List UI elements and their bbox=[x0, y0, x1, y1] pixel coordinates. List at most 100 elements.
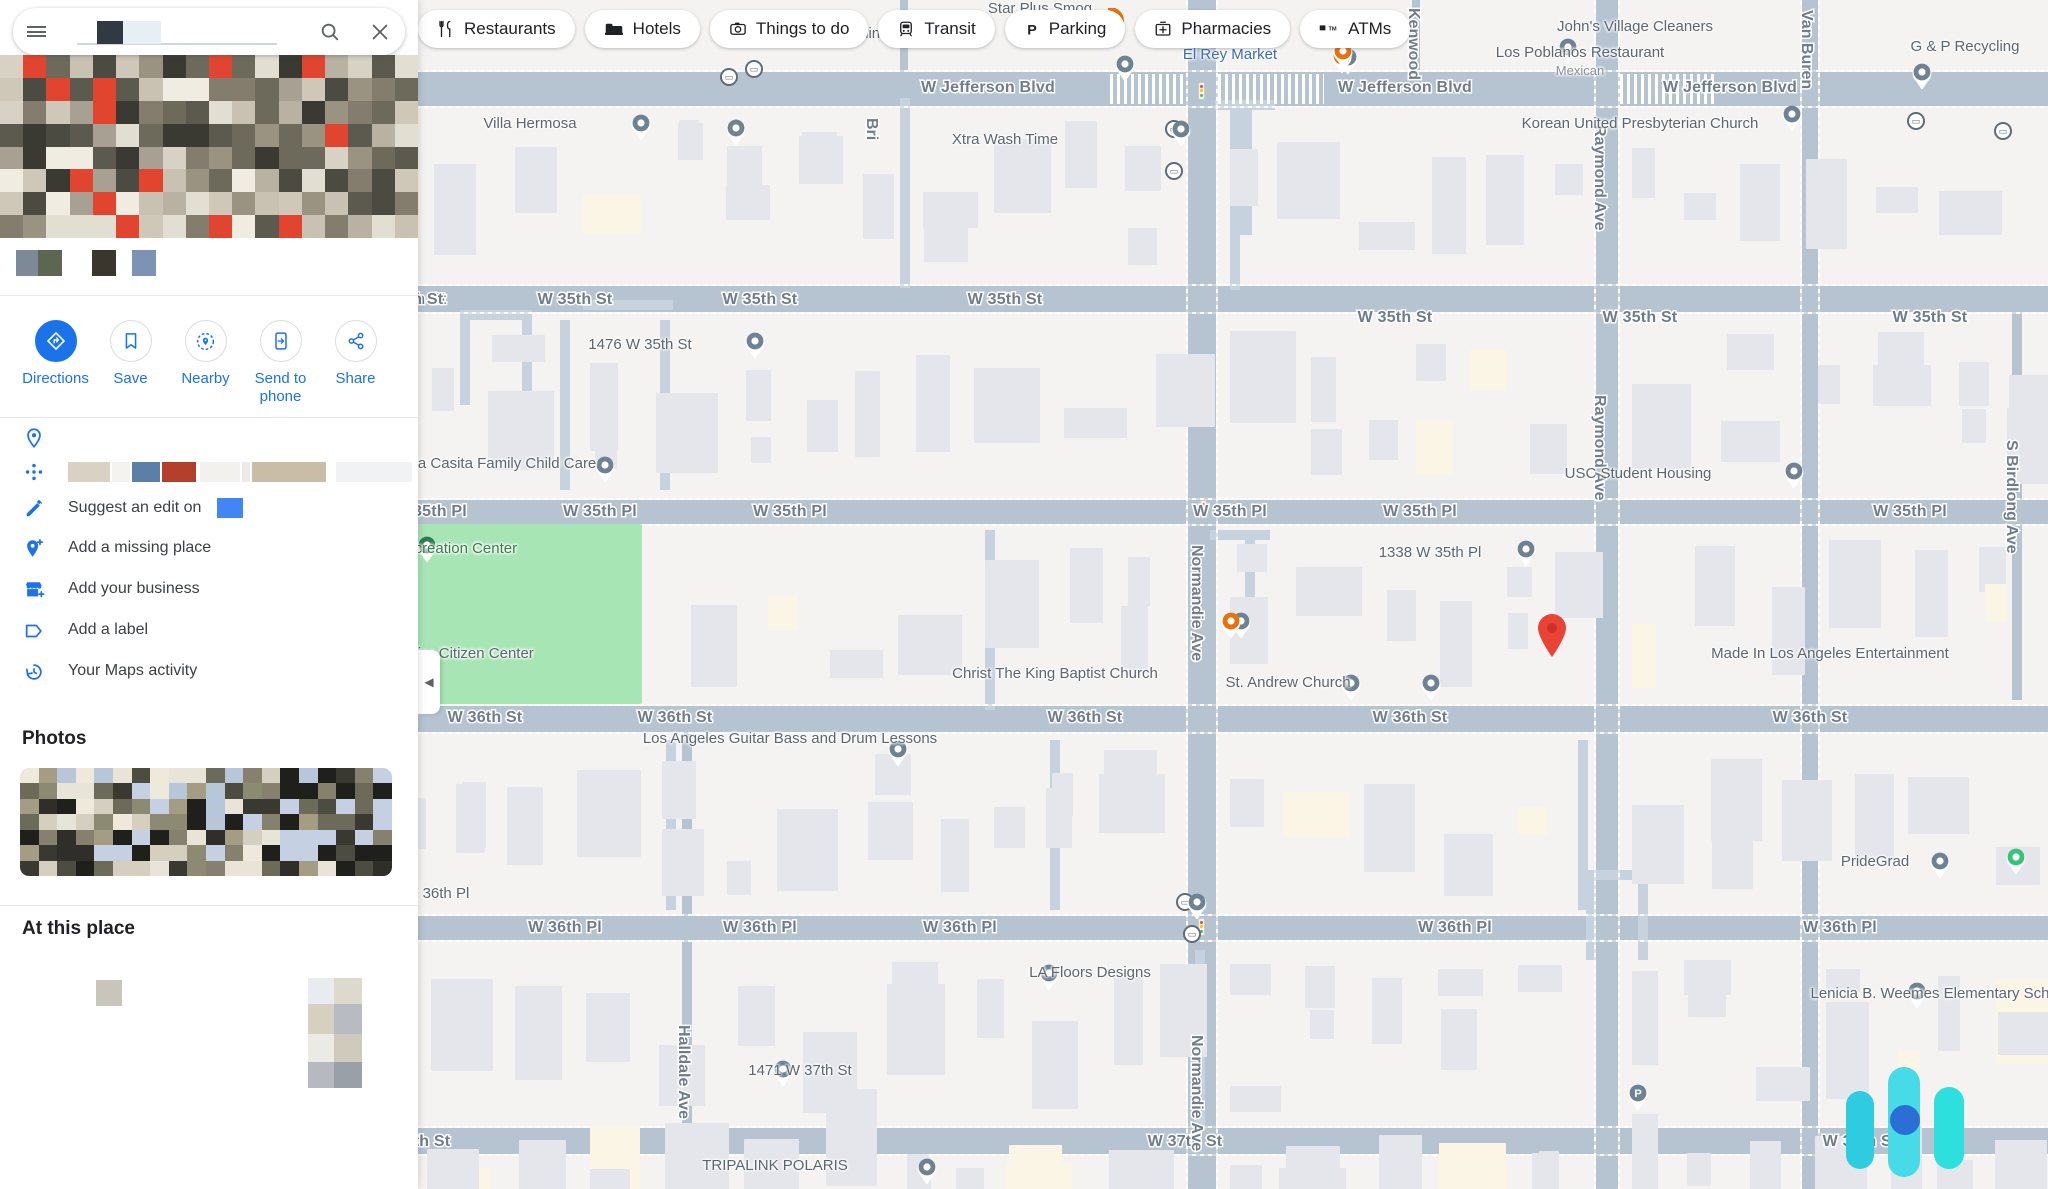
menu-icon[interactable] bbox=[13, 24, 59, 40]
map-poi-icon[interactable] bbox=[630, 112, 652, 140]
info-row-add-a-label[interactable]: Add a label bbox=[0, 613, 418, 654]
redacted-pixel bbox=[299, 798, 318, 815]
search-bar[interactable] bbox=[13, 8, 405, 55]
map-building bbox=[1756, 1067, 1810, 1101]
map-poi-icon[interactable] bbox=[725, 117, 747, 145]
map-poi-label[interactable]: El Rey Market bbox=[1183, 46, 1277, 65]
redacted-pixel bbox=[20, 783, 39, 799]
map-poi-label[interactable]: USC Student Housing bbox=[1565, 465, 1712, 484]
selected-place-marker[interactable] bbox=[1535, 612, 1569, 658]
info-row-plus-code[interactable] bbox=[0, 454, 418, 490]
map-sidewalk-line bbox=[1618, 0, 1620, 1189]
info-row-add-a-missing-place[interactable]: Add a missing place bbox=[0, 531, 418, 572]
action-send-to-phone[interactable]: Send to phone bbox=[243, 300, 318, 406]
map-poi-icon[interactable] bbox=[1515, 538, 1537, 566]
redacted-pixel bbox=[325, 169, 349, 193]
map-poi-label[interactable]: Los Poblanos Restaurant Mexican bbox=[1496, 44, 1664, 79]
action-label: Save bbox=[113, 370, 148, 387]
map-poi-icon[interactable] bbox=[594, 454, 616, 482]
info-row-location-pin[interactable] bbox=[0, 420, 418, 454]
map-road-label: W 35th St bbox=[966, 290, 1043, 310]
redacted-pixel bbox=[278, 215, 302, 238]
share-icon bbox=[334, 320, 377, 362]
map-poi-label[interactable]: Made In Los Angeles Entertainment bbox=[1711, 645, 1949, 664]
bus-stop-icon[interactable]: ▭ bbox=[1165, 162, 1183, 180]
parking-poi-icon[interactable]: P bbox=[1627, 1082, 1649, 1111]
restaurant-poi-icon[interactable] bbox=[1220, 610, 1242, 638]
info-row-add-your-business[interactable]: Add your business bbox=[0, 572, 418, 613]
chip-things-to-do[interactable]: Things to do bbox=[709, 10, 869, 48]
map-building bbox=[434, 164, 476, 255]
action-save[interactable]: Save bbox=[93, 300, 168, 388]
bus-stop-icon[interactable]: ▭ bbox=[1994, 122, 2012, 140]
bus-stop-icon[interactable]: ▭ bbox=[1907, 112, 1925, 130]
map-building bbox=[662, 829, 704, 896]
action-directions[interactable]: Directions bbox=[18, 300, 93, 388]
map-road-label: W 37th St bbox=[1146, 1132, 1223, 1152]
map-poi-label[interactable]: PrideGrad bbox=[1841, 853, 1909, 872]
info-row-suggest-an-edit-on[interactable]: Suggest an edit on bbox=[0, 490, 418, 531]
redacted-pixel bbox=[185, 192, 209, 216]
map-poi-icon[interactable] bbox=[744, 330, 766, 358]
redacted-pixel bbox=[116, 77, 140, 101]
map-poi-label[interactable]: John's Village Cleaners bbox=[1557, 18, 1713, 37]
chip-restaurants[interactable]: Restaurants bbox=[418, 10, 575, 48]
chip-pharmacies[interactable]: Pharmacies bbox=[1135, 10, 1291, 48]
photo-thumbnail-redacted[interactable] bbox=[16, 250, 38, 276]
map-poi-label[interactable]: LA Floors Designs bbox=[1029, 964, 1151, 983]
map-poi-icon[interactable] bbox=[1186, 891, 1208, 919]
map-poi-icon[interactable] bbox=[1911, 61, 1933, 89]
map-poi-label[interactable]: St. Andrew Church bbox=[1225, 674, 1350, 693]
place-hero-image[interactable] bbox=[0, 55, 418, 238]
map-building bbox=[916, 355, 950, 452]
redacted-pixel bbox=[187, 814, 206, 830]
map-poi-label[interactable]: Christ The King Baptist Church bbox=[952, 665, 1158, 684]
redacted-pixel bbox=[348, 146, 372, 170]
map-poi-label[interactable]: Los Angeles Guitar Bass and Drum Lessons bbox=[643, 730, 937, 749]
info-row-your-maps-activity[interactable]: Your Maps activity bbox=[0, 654, 418, 695]
action-nearby[interactable]: Nearby bbox=[168, 300, 243, 388]
map-poi-label[interactable]: 1476 W 35th St bbox=[588, 336, 691, 355]
photo-thumbnail-redacted[interactable] bbox=[132, 250, 156, 276]
redacted-pixel bbox=[75, 768, 95, 784]
map-poi-label[interactable]: TRIPALINK POLARIS bbox=[702, 1157, 848, 1176]
map-poi-label[interactable]: Lenicia B. Weemes Elementary School bbox=[1810, 985, 2048, 1004]
chip-atms[interactable]: TM ATMs bbox=[1300, 10, 1411, 48]
church-poi-icon[interactable] bbox=[1420, 672, 1442, 700]
bus-stop-icon[interactable]: ▭ bbox=[1183, 925, 1201, 943]
close-icon[interactable] bbox=[355, 21, 405, 43]
map-poi-icon[interactable] bbox=[1781, 103, 1803, 131]
map-poi-label[interactable]: Villa Hermosa bbox=[483, 115, 576, 134]
map-poi-label[interactable]: Xtra Wash Time bbox=[952, 131, 1058, 150]
action-share[interactable]: Share bbox=[318, 300, 393, 388]
map-poi-icon[interactable] bbox=[1170, 118, 1192, 146]
search-input[interactable] bbox=[59, 8, 305, 55]
map-poi-icon[interactable] bbox=[916, 1156, 938, 1184]
chip-transit[interactable]: Transit bbox=[878, 10, 995, 48]
map-poi-label[interactable]: G & P Recycling bbox=[1911, 38, 2020, 57]
redacted-pixel bbox=[69, 192, 93, 216]
map-poi-label[interactable]: Korean United Presbyterian Church bbox=[1522, 115, 1759, 134]
bus-stop-icon[interactable]: ▭ bbox=[720, 68, 738, 86]
chip-parking[interactable]: P Parking bbox=[1004, 10, 1126, 48]
map-poi-label-text: Los Angeles Guitar Bass and Drum Lessons bbox=[642, 730, 938, 747]
redacted-pixel bbox=[46, 215, 70, 238]
map-poi-label[interactable]: 1338 W 35th Pl bbox=[1379, 544, 1482, 563]
bus-stop-icon[interactable]: ▭ bbox=[745, 60, 763, 78]
map-poi-icon[interactable] bbox=[1114, 53, 1136, 81]
redacted-block bbox=[336, 462, 412, 482]
collapse-panel-button[interactable]: ◀ bbox=[418, 650, 440, 714]
photo-thumbnail-redacted[interactable] bbox=[38, 250, 62, 276]
map-poi-icon[interactable] bbox=[1783, 460, 1805, 488]
map-poi-label[interactable]: 1471 W 37th St bbox=[748, 1062, 851, 1081]
redacted-overlay-blob bbox=[1934, 1087, 1964, 1169]
redacted-pixel bbox=[0, 215, 24, 238]
photo-card[interactable] bbox=[20, 768, 392, 876]
green-poi-icon[interactable] bbox=[2005, 846, 2027, 874]
map-building bbox=[1829, 540, 1881, 628]
redacted-pixel bbox=[187, 845, 206, 861]
chip-hotels[interactable]: Hotels bbox=[584, 10, 700, 48]
search-icon[interactable] bbox=[305, 21, 355, 43]
photo-thumbnail-redacted[interactable] bbox=[92, 250, 116, 276]
map-poi-icon[interactable] bbox=[1929, 850, 1951, 878]
